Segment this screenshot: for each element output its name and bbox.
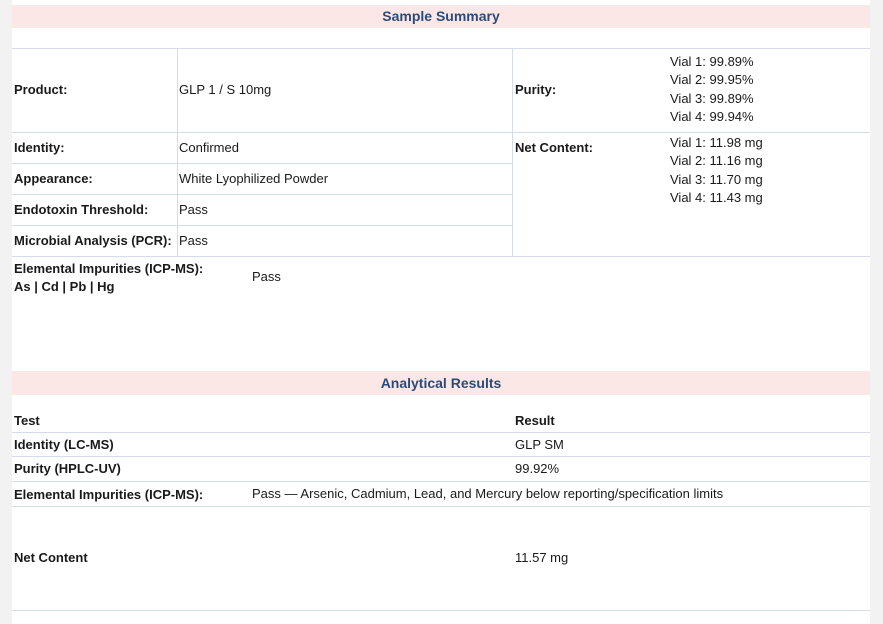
- sample-summary-title: Sample Summary: [382, 8, 500, 24]
- divider: [12, 481, 870, 482]
- divider: [512, 48, 513, 256]
- result-test-elemental: Elemental Impurities (ICP-MS):: [14, 487, 204, 502]
- result-test-identity: Identity (LC-MS): [14, 437, 114, 452]
- net-content-values: Vial 1: 11.98 mg Vial 2: 11.16 mg Vial 3…: [670, 134, 763, 207]
- elemental-label: Elemental Impurities (ICP-MS): As | Cd |…: [14, 260, 203, 297]
- result-test-purity: Purity (HPLC-UV): [14, 461, 121, 476]
- appearance-label: Appearance:: [14, 171, 93, 186]
- purity-values: Vial 1: 99.89% Vial 2: 99.95% Vial 3: 99…: [670, 53, 754, 126]
- microbial-value: Pass: [179, 233, 208, 248]
- net-content-vial-1: Vial 1: 11.98 mg: [670, 135, 763, 150]
- result-test-net-content: Net Content: [14, 550, 88, 565]
- right-margin: [870, 0, 883, 624]
- identity-value: Confirmed: [179, 140, 239, 155]
- analytical-results-title: Analytical Results: [380, 375, 502, 391]
- microbial-label: Microbial Analysis (PCR):: [14, 233, 172, 248]
- divider: [12, 48, 870, 49]
- col-result-header: Result: [515, 413, 555, 428]
- result-value-purity: 99.92%: [515, 461, 560, 476]
- elemental-value: Pass: [252, 269, 281, 284]
- net-content-vial-4: Vial 4: 11.43 mg: [670, 189, 763, 205]
- identity-label: Identity:: [14, 140, 65, 155]
- net-content-vial-2: Vial 2: 11.16 mg: [670, 153, 763, 169]
- product-value: GLP 1 / S 10mg: [179, 82, 272, 97]
- divider: [12, 256, 870, 257]
- purity-label: Purity:: [515, 82, 557, 97]
- result-value-elemental: Pass — Arsenic, Cadmium, Lead, and Mercu…: [252, 486, 724, 501]
- left-margin: [0, 0, 12, 624]
- elemental-label-line2: As | Cd | Pb | Hg: [14, 279, 115, 295]
- divider: [177, 48, 178, 256]
- divider: [12, 610, 870, 611]
- net-content-label: Net Content:: [515, 140, 593, 155]
- net-content-vial-3: Vial 3: 11.70 mg: [670, 171, 763, 187]
- purity-vial-4: Vial 4: 99.94%: [670, 108, 754, 124]
- sample-summary-header: Sample Summary: [12, 5, 870, 28]
- divider: [12, 506, 870, 507]
- elemental-label-line1: Elemental Impurities (ICP-MS):: [14, 261, 204, 276]
- endotoxin-value: Pass: [179, 202, 208, 217]
- divider: [12, 225, 513, 226]
- purity-vial-3: Vial 3: 99.89%: [670, 90, 754, 106]
- analytical-results-header: Analytical Results: [12, 371, 870, 395]
- endotoxin-label: Endotoxin Threshold:: [14, 202, 149, 217]
- divider: [12, 432, 870, 433]
- divider: [12, 163, 513, 164]
- appearance-value: White Lyophilized Powder: [179, 171, 329, 186]
- divider: [12, 456, 870, 457]
- result-value-net-content: 11.57 mg: [515, 550, 569, 565]
- product-label: Product:: [14, 82, 68, 97]
- col-test-header: Test: [14, 413, 40, 428]
- result-value-identity: GLP SM: [515, 437, 564, 452]
- purity-vial-2: Vial 2: 99.95%: [670, 72, 754, 88]
- divider: [12, 132, 870, 133]
- purity-vial-1: Vial 1: 99.89%: [670, 54, 754, 69]
- divider: [12, 194, 513, 195]
